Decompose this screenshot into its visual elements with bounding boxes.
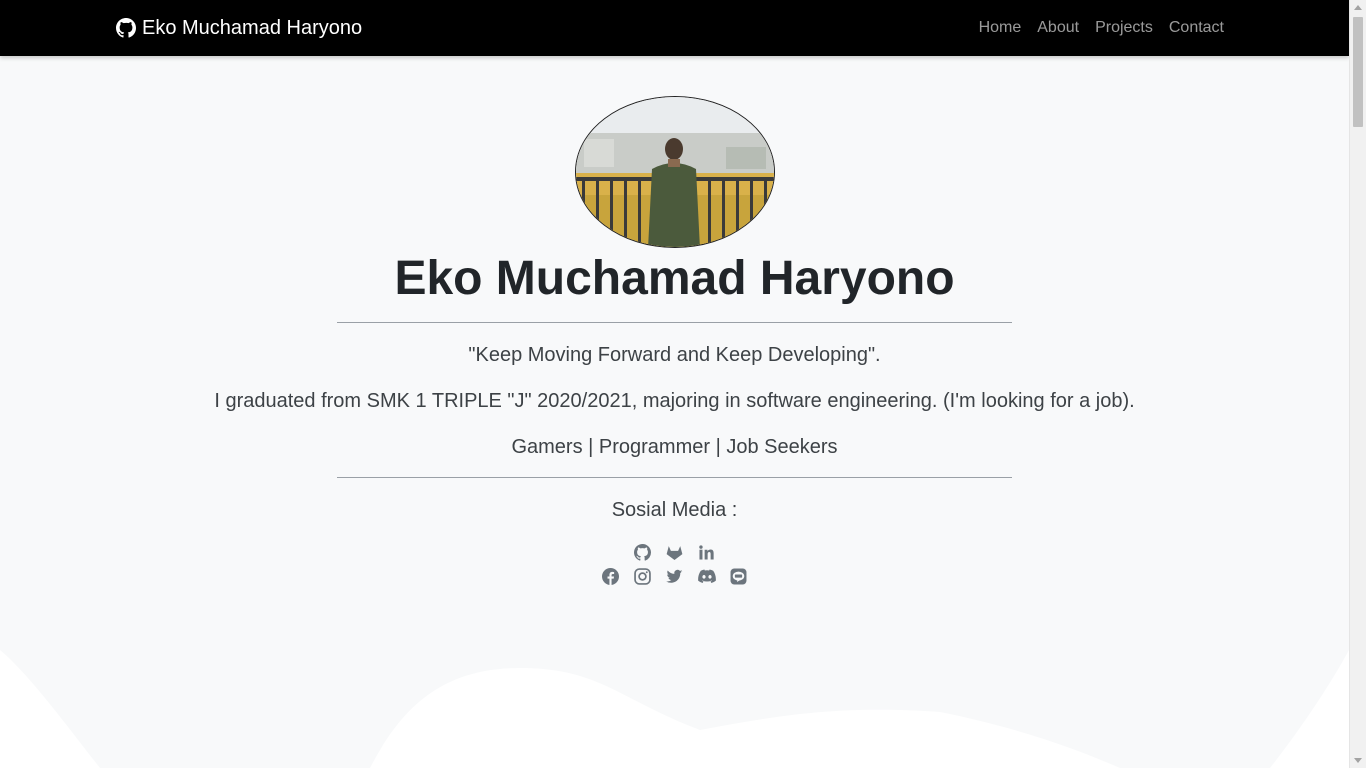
bio-text: I graduated from SMK 1 TRIPLE "J" 2020/2… bbox=[214, 390, 1135, 412]
linkedin-icon[interactable] bbox=[698, 543, 716, 561]
nav-menu: Home About Projects Contact bbox=[979, 18, 1224, 38]
twitter-icon[interactable] bbox=[666, 567, 684, 585]
brand-label: Eko Muchamad Haryono bbox=[142, 17, 363, 39]
nav-contact[interactable]: Contact bbox=[1169, 18, 1224, 38]
facebook-icon[interactable] bbox=[602, 567, 620, 585]
instagram-icon[interactable] bbox=[634, 567, 652, 585]
nav-home[interactable]: Home bbox=[979, 18, 1022, 38]
quote-text: "Keep Moving Forward and Keep Developing… bbox=[468, 344, 881, 366]
scroll-up-arrow[interactable] bbox=[1354, 5, 1362, 10]
social-heading: Sosial Media : bbox=[611, 499, 738, 521]
github-icon bbox=[116, 18, 136, 38]
discord-icon[interactable] bbox=[697, 567, 716, 585]
page-title: Eko Muchamad Haryono bbox=[394, 252, 955, 305]
navbar: Eko Muchamad Haryono Home About Projects… bbox=[0, 0, 1349, 56]
scrollbar[interactable] bbox=[1349, 0, 1366, 768]
brand-link[interactable]: Eko Muchamad Haryono bbox=[116, 16, 362, 40]
divider-top bbox=[337, 322, 1012, 323]
social-links-row-2 bbox=[0, 567, 1349, 585]
nav-about[interactable]: About bbox=[1037, 18, 1079, 38]
gitlab-icon[interactable] bbox=[666, 543, 684, 561]
wave-decoration bbox=[0, 650, 1349, 768]
profile-photo bbox=[575, 96, 775, 248]
line-icon[interactable] bbox=[730, 567, 748, 585]
github-icon[interactable] bbox=[634, 543, 652, 561]
nav-projects[interactable]: Projects bbox=[1095, 18, 1153, 38]
scroll-thumb[interactable] bbox=[1353, 17, 1363, 127]
tags-text: Gamers | Programmer | Job Seekers bbox=[511, 436, 838, 458]
social-links-row-1 bbox=[0, 543, 1349, 561]
divider-bottom bbox=[337, 477, 1012, 478]
scroll-down-arrow[interactable] bbox=[1354, 758, 1362, 763]
